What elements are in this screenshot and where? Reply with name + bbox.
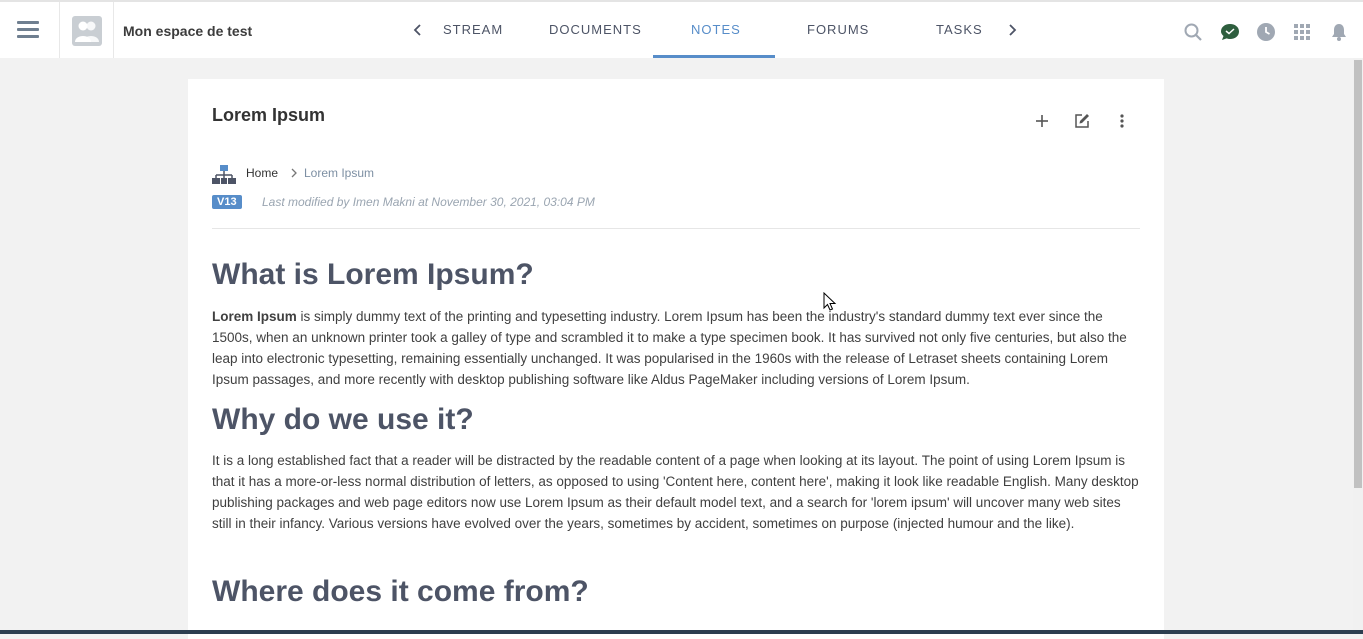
note-content: What is Lorem Ipsum? Lorem Ipsum is simp… bbox=[212, 255, 1142, 612]
breadcrumb-current[interactable]: Lorem Ipsum bbox=[304, 166, 374, 180]
clock-icon[interactable] bbox=[1256, 22, 1276, 42]
note-tree-icon[interactable] bbox=[212, 164, 236, 186]
bell-icon[interactable] bbox=[1329, 22, 1349, 42]
chat-icon[interactable] bbox=[1220, 22, 1240, 42]
bottom-edge bbox=[0, 630, 1363, 634]
heading-what-is: What is Lorem Ipsum? bbox=[212, 258, 534, 291]
note-title: Lorem Ipsum bbox=[212, 105, 326, 125]
mouse-cursor-icon bbox=[823, 292, 837, 311]
last-modified-info: Last modified by Imen Makni at November … bbox=[262, 195, 595, 209]
divider bbox=[59, 2, 60, 58]
paragraph-text: is simply dummy text of the printing and… bbox=[212, 309, 1127, 387]
space-name[interactable]: Mon espace de test bbox=[123, 23, 252, 39]
menu-icon[interactable] bbox=[17, 21, 39, 39]
bold-term: Lorem Ipsum bbox=[212, 309, 297, 324]
tab-stream[interactable]: STREAM bbox=[443, 22, 503, 37]
chevron-right-icon[interactable] bbox=[1004, 22, 1020, 38]
tab-documents[interactable]: DOCUMENTS bbox=[549, 22, 642, 37]
breadcrumb-home[interactable]: Home bbox=[246, 166, 278, 180]
scrollbar[interactable] bbox=[1353, 58, 1363, 634]
tab-notes[interactable]: NOTES bbox=[691, 22, 741, 37]
divider bbox=[113, 2, 114, 58]
heading-where-from: Where does it come from? bbox=[212, 575, 589, 608]
paragraph-why-use: It is a long established fact that a rea… bbox=[212, 453, 1139, 531]
tab-forums[interactable]: FORUMS bbox=[807, 22, 869, 37]
paragraph-what-is: Lorem Ipsum is simply dummy text of the … bbox=[212, 306, 1142, 390]
apps-grid-icon[interactable] bbox=[1292, 22, 1312, 42]
top-navigation-bar: Mon espace de test STREAM DOCUMENTS NOTE… bbox=[0, 0, 1363, 58]
note-card: Lorem Ipsum Home Lorem Ipsum V13 Last mo… bbox=[188, 79, 1164, 639]
divider bbox=[212, 228, 1140, 229]
add-icon[interactable] bbox=[1033, 112, 1051, 130]
version-badge[interactable]: V13 bbox=[212, 195, 242, 209]
active-tab-indicator bbox=[653, 55, 775, 58]
space-tabs: STREAM DOCUMENTS NOTES FORUMS TASKS bbox=[400, 2, 1040, 58]
scrollbar-thumb[interactable] bbox=[1354, 60, 1362, 488]
more-vertical-icon[interactable] bbox=[1113, 112, 1131, 130]
heading-why-use: Why do we use it? bbox=[212, 403, 474, 436]
tab-tasks[interactable]: TASKS bbox=[936, 22, 983, 37]
search-icon[interactable] bbox=[1183, 22, 1203, 42]
edit-icon[interactable] bbox=[1073, 112, 1091, 130]
space-avatar[interactable] bbox=[72, 16, 102, 46]
chevron-right-icon bbox=[291, 168, 297, 178]
chevron-left-icon[interactable] bbox=[410, 22, 426, 38]
